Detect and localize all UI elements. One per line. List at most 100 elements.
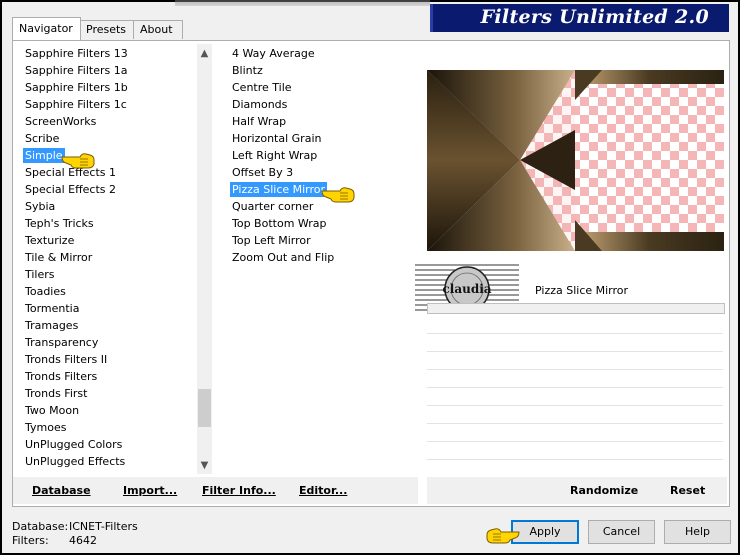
filter-item[interactable]: Offset By 3 [220,164,420,181]
title-strip [175,0,430,6]
pointing-hand-icon [321,187,355,203]
filter-item-label: 4 Way Average [232,47,315,60]
filters-count: 4642 [69,534,97,547]
category-item[interactable]: Sybia [13,198,197,215]
scrollbar-thumb[interactable] [198,389,211,427]
filter-item-label: Top Left Mirror [232,234,311,247]
category-item[interactable]: Sapphire Filters 1c [13,96,197,113]
category-item-label: Sybia [25,200,56,213]
filter-item-label: Zoom Out and Flip [232,251,335,264]
pointing-hand-icon [61,153,95,169]
tab-about[interactable]: About [133,20,183,39]
randomize-button[interactable]: Randomize [570,484,638,497]
control-row-divider [427,441,723,442]
category-item-label: Sapphire Filters 1a [25,64,128,77]
control-slider[interactable] [427,303,725,314]
filters-label: Filters: [12,534,49,547]
category-item[interactable]: Tronds First [13,385,197,402]
apply-button[interactable]: Apply [511,520,579,544]
category-item[interactable]: Toadies [13,283,197,300]
database-button[interactable]: Database [32,484,91,497]
category-item[interactable]: Texturize [13,232,197,249]
category-item[interactable]: Transparency [13,334,197,351]
category-item[interactable]: Special Effects 1 [13,164,197,181]
filter-item[interactable]: Top Bottom Wrap [220,215,420,232]
category-item-label: Tronds Filters II [25,353,108,366]
filter-item-label: Centre Tile [232,81,292,94]
category-item[interactable]: Sapphire Filters 13 [13,45,197,62]
category-item[interactable]: Tramages [13,317,197,334]
category-item[interactable]: Special Effects 2 [13,181,197,198]
category-item-label: Texturize [25,234,75,247]
filter-list[interactable]: 4 Way Average Blintz Centre Tile Diamonds Ha… [220,45,420,475]
category-item[interactable]: Sapphire Filters 1b [13,79,197,96]
category-item[interactable]: Simple [13,147,197,164]
filter-item-label: Horizontal Grain [232,132,322,145]
category-item-label: Transparency [25,336,99,349]
category-list[interactable]: Sapphire Filters 13 Sapphire Filters 1a Sa… [13,45,197,475]
category-item-label: Tymoes [25,421,67,434]
filter-item[interactable]: Horizontal Grain [220,130,420,147]
database-label: Database: [12,520,69,533]
category-item[interactable]: Scribe [13,130,197,147]
tab-navigator[interactable]: Navigator [12,17,81,40]
editor-button[interactable]: Editor... [299,484,347,497]
filter-item-label: Diamonds [232,98,288,111]
filter-item[interactable]: Top Left Mirror [220,232,420,249]
status-database: Database: ICNET-Filters [12,520,138,533]
right-toolbar: Randomize Reset [427,477,727,504]
status-filters: Filters: 4642 [12,534,97,547]
tab-presets[interactable]: Presets [79,20,135,39]
preview-image [427,70,724,251]
filter-item-label: Offset By 3 [232,166,294,179]
control-row-divider [427,387,723,388]
category-item[interactable]: ScreenWorks [13,113,197,130]
category-item[interactable]: Tilers [13,266,197,283]
filter-item-label: Half Wrap [232,115,287,128]
filter-item[interactable]: Left Right Wrap [220,147,420,164]
category-item-label: UnPlugged Colors [25,438,123,451]
filter-info-button[interactable]: Filter Info... [202,484,276,497]
category-item-label: Scribe [25,132,60,145]
category-item-label: Two Moon [25,404,80,417]
category-item-label: Tormentia [25,302,80,315]
cancel-button[interactable]: Cancel [588,520,655,544]
filter-item[interactable]: 4 Way Average [220,45,420,62]
filter-item[interactable]: Half Wrap [220,113,420,130]
title-banner: Filters Unlimited 2.0 [430,4,729,32]
filter-item[interactable]: Centre Tile [220,79,420,96]
category-item[interactable]: Teph's Tricks [13,215,197,232]
control-row-divider [427,405,723,406]
filter-item-label: Quarter corner [232,200,314,213]
filter-item[interactable]: Diamonds [220,96,420,113]
category-item-label: Teph's Tricks [25,217,94,230]
filter-item-label: Pizza Slice Mirror [230,182,328,197]
control-row-divider [427,423,723,424]
filter-item-label: Left Right Wrap [232,149,318,162]
scroll-down-icon[interactable]: ▼ [197,458,212,473]
category-item-label: Tronds First [25,387,88,400]
control-row-divider [427,369,723,370]
category-item-label: Toadies [25,285,66,298]
import-button[interactable]: Import... [123,484,177,497]
category-item[interactable]: Tymoes [13,419,197,436]
category-item-label: Tramages [25,319,79,332]
help-button[interactable]: Help [664,520,731,544]
category-item[interactable]: UnPlugged Effects [13,453,197,470]
filter-item[interactable]: Zoom Out and Flip [220,249,420,266]
filter-item[interactable]: Blintz [220,62,420,79]
category-item[interactable]: Tile & Mirror [13,249,197,266]
reset-button[interactable]: Reset [670,484,705,497]
left-toolbar: Database Import... Filter Info... Editor… [13,477,418,504]
category-item-label: UnPlugged Effects [25,455,126,468]
scroll-up-icon[interactable]: ▲ [197,46,212,61]
category-item[interactable]: Sapphire Filters 1a [13,62,197,79]
filter-item-label: Top Bottom Wrap [232,217,327,230]
category-item[interactable]: Tronds Filters II [13,351,197,368]
control-row-divider [427,351,723,352]
category-item[interactable]: Tronds Filters [13,368,197,385]
category-item[interactable]: UnPlugged Colors [13,436,197,453]
category-scrollbar[interactable]: ▲ ▼ [197,44,212,474]
category-item[interactable]: Tormentia [13,300,197,317]
category-item[interactable]: Two Moon [13,402,197,419]
